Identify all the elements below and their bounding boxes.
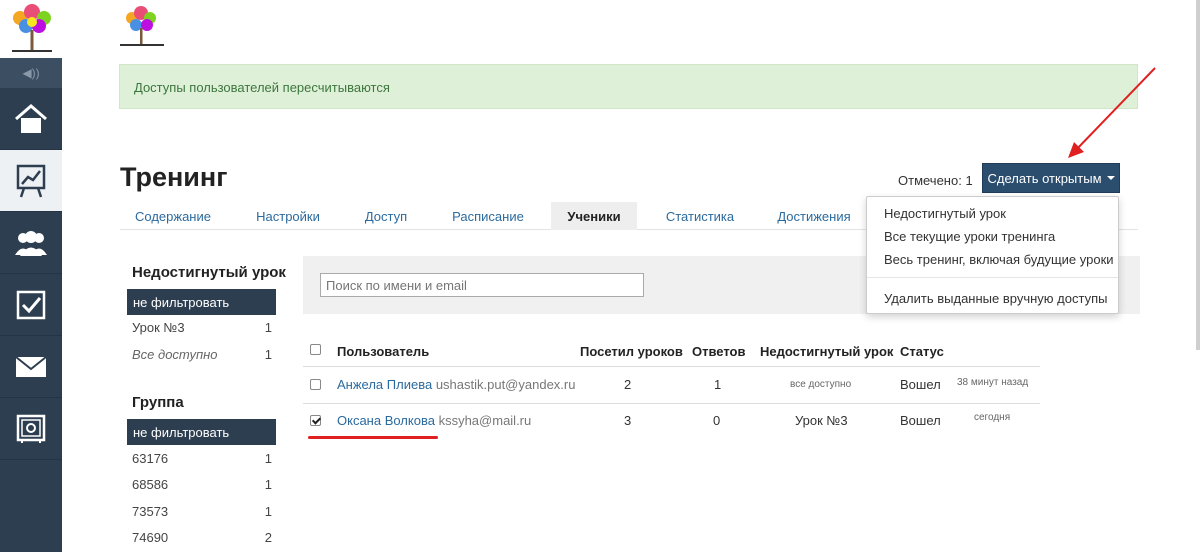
search-input[interactable]: [320, 273, 644, 297]
users-icon: [15, 230, 47, 256]
filter-label: Все доступно: [132, 347, 218, 362]
tab-access[interactable]: Доступ: [350, 202, 422, 230]
scrollbar[interactable]: [1196, 0, 1200, 350]
speaker-icon[interactable]: ◀)): [0, 58, 62, 88]
col-visited[interactable]: Посетил уроков: [580, 344, 683, 359]
status: Вошел: [900, 413, 941, 428]
filter-count: 1: [264, 477, 272, 492]
table-row-user: Анжела Плиева ushastik.put@yandex.ru: [337, 377, 575, 392]
answers-count: 0: [713, 413, 721, 428]
open-dropdown-menu: Недостигнутый урок Все текущие уроки тре…: [866, 196, 1119, 314]
select-all-checkbox[interactable]: [310, 344, 321, 355]
filter-count: 1: [264, 347, 272, 362]
filter-label: 73573: [132, 504, 169, 519]
filter-group-item[interactable]: 68586 1: [132, 477, 272, 492]
status: Вошел: [900, 377, 941, 392]
table-row-user: Оксана Волкова kssyha@mail.ru: [337, 413, 531, 428]
answers-count: 1: [714, 377, 722, 392]
sidebar-item-safe[interactable]: [0, 398, 62, 460]
filter-count: 2: [264, 530, 272, 545]
page-title: Тренинг: [120, 162, 228, 192]
sidebar-item-tasks[interactable]: [0, 274, 62, 336]
filter-lesson-item[interactable]: Урок №3 1: [132, 320, 272, 335]
logo-underline: [120, 44, 164, 46]
col-status[interactable]: Статус: [900, 344, 944, 359]
tab-schedule[interactable]: Расписание: [438, 202, 538, 230]
tab-settings[interactable]: Настройки: [240, 202, 336, 230]
filter-label: 68586: [132, 477, 169, 492]
home-icon: [15, 103, 47, 133]
user-email: kssyha@mail.ru: [438, 413, 532, 428]
menu-item-current-lessons[interactable]: Все текущие уроки тренинга: [884, 229, 1055, 244]
sidebar-item-home[interactable]: [0, 88, 62, 150]
visited-count: 2: [624, 377, 632, 392]
user-link[interactable]: Анжела Плиева: [337, 377, 432, 392]
make-open-button[interactable]: Сделать открытым: [982, 163, 1120, 193]
visited-count: 3: [624, 413, 632, 428]
sidebar-item-trainings[interactable]: [0, 150, 62, 212]
menu-divider: [867, 277, 1118, 278]
tree-logo-icon: [12, 4, 52, 52]
filter-label: 74690: [132, 530, 169, 545]
unreached-lesson: Урок №3: [795, 413, 848, 428]
user-link[interactable]: Оксана Волкова: [337, 413, 435, 428]
filter-count: 1: [264, 451, 272, 466]
last-seen: сегодня: [974, 412, 1011, 423]
tab-content[interactable]: Содержание: [120, 202, 226, 230]
tree-logo-icon: [126, 6, 156, 44]
filter-group-title: Группа: [132, 394, 184, 411]
tab-students[interactable]: Ученики: [551, 202, 637, 230]
caret-down-icon: [1106, 176, 1115, 180]
sidebar: ◀)): [0, 0, 62, 552]
filter-count: 1: [264, 504, 272, 519]
user-email: ushastik.put@yandex.ru: [435, 377, 576, 392]
divider: [303, 366, 1040, 367]
last-seen: 38 минут назад: [957, 377, 1029, 388]
checkbox-icon: [16, 290, 46, 319]
sidebar-item-mail[interactable]: [0, 336, 62, 398]
logo[interactable]: [0, 0, 62, 58]
filter-count: 1: [264, 320, 272, 335]
filter-lesson-title: Недостигнутый урок: [132, 264, 286, 281]
divider: [303, 403, 1040, 404]
marked-count: Отмечено: 1: [898, 173, 973, 188]
annotation-underline: [308, 436, 438, 439]
make-open-label: Сделать открытым: [987, 170, 1102, 186]
menu-item-unreached[interactable]: Недостигнутый урок: [884, 206, 1006, 221]
filter-group-item[interactable]: 63176 1: [132, 451, 272, 466]
recalc-alert: Доступы пользователей пересчитываются: [119, 64, 1138, 109]
menu-item-remove-access[interactable]: Удалить выданные вручную доступы: [884, 291, 1107, 306]
filter-label: Урок №3: [132, 320, 185, 335]
menu-item-whole-training[interactable]: Весь тренинг, включая будущие уроки: [884, 252, 1114, 267]
tab-statistics[interactable]: Статистика: [650, 202, 750, 230]
chart-board-icon: [16, 164, 46, 197]
annotation-arrow: [1068, 67, 1156, 158]
sidebar-item-users[interactable]: [0, 212, 62, 274]
filter-group-none[interactable]: не фильтровать: [127, 419, 276, 445]
col-answers[interactable]: Ответов: [692, 344, 746, 359]
row-checkbox-checked[interactable]: [310, 415, 321, 426]
col-user[interactable]: Пользователь: [337, 344, 429, 359]
filter-group-item[interactable]: 74690 2: [132, 530, 272, 545]
mail-icon: [15, 355, 47, 377]
row-checkbox[interactable]: [310, 379, 321, 390]
filter-group-item[interactable]: 73573 1: [132, 504, 272, 519]
filter-lesson-item[interactable]: Все доступно 1: [132, 347, 272, 362]
tab-achievements[interactable]: Достижения: [764, 202, 864, 230]
filter-lesson-none[interactable]: не фильтровать: [127, 289, 276, 315]
col-lesson[interactable]: Недостигнутый урок: [760, 344, 893, 359]
filter-label: 63176: [132, 451, 169, 466]
unreached-lesson: все доступно: [790, 379, 852, 390]
safe-icon: [16, 414, 46, 443]
